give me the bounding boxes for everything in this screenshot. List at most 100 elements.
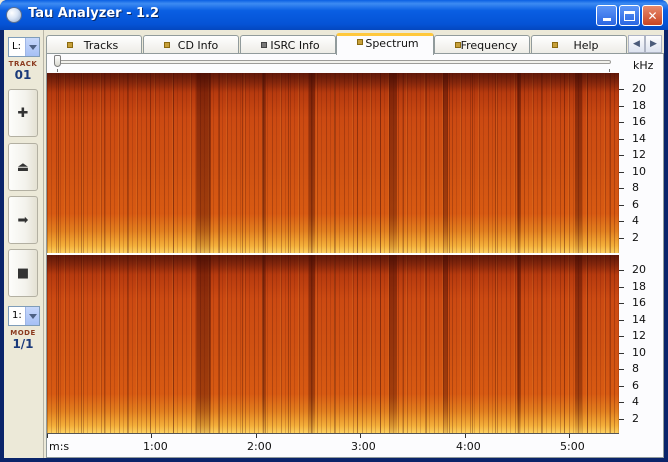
frequency-tick-label: 10 xyxy=(632,164,646,178)
frequency-tick xyxy=(619,385,624,387)
frequency-tick-label: 18 xyxy=(632,279,646,293)
chevron-right-icon[interactable]: ▶ xyxy=(645,35,662,53)
frequency-tick-label: 12 xyxy=(632,148,646,161)
tab-tracks[interactable]: Tracks xyxy=(46,35,142,54)
mode-label: MODE xyxy=(10,329,36,337)
tab-isrc-info[interactable]: ISRC Info xyxy=(240,35,336,54)
tab-label: Frequency xyxy=(460,39,518,52)
close-button[interactable]: ✕ xyxy=(642,5,663,26)
position-slider-thumb[interactable] xyxy=(54,55,61,67)
time-tick-label: 5:00 xyxy=(560,440,585,453)
app-icon xyxy=(6,7,22,23)
close-icon: ✕ xyxy=(647,8,658,23)
channel-select[interactable]: L: xyxy=(8,37,40,57)
frequency-tick-label: 20 xyxy=(632,82,646,95)
time-tick xyxy=(256,434,257,438)
spectrum-panel: kHz 20 18 16 14 12 10 8 6 4 2 20 18 16 14 12 10 8 6 4 2 m:… xyxy=(46,53,664,458)
frequency-tick-label: 14 xyxy=(632,131,646,145)
left-toolbar: L: TRACK 01 ✚ ⏏ ➡ ■ 1: MODE 1/1 xyxy=(4,30,44,458)
chevron-left-icon[interactable]: ◀ xyxy=(628,35,645,53)
time-axis-label: m:s xyxy=(49,440,70,453)
frequency-tick-label: 2 xyxy=(632,411,639,425)
frequency-tick-label: 16 xyxy=(632,296,646,309)
client-area: L: TRACK 01 ✚ ⏏ ➡ ■ 1: MODE 1/1 Tracks C… xyxy=(4,30,664,458)
frequency-tick xyxy=(619,89,624,90)
mode-select-value: 1: xyxy=(12,310,22,321)
frequency-tick xyxy=(619,319,624,321)
tab-cd-info[interactable]: CD Info xyxy=(143,35,239,54)
eject-icon: ⏏ xyxy=(16,159,30,175)
tab-scroll-buttons: ◀ ▶ xyxy=(628,35,662,53)
stop-button[interactable]: ■ xyxy=(8,249,38,297)
time-tick-label: 1:00 xyxy=(143,440,168,453)
tab-label: Tracks xyxy=(83,39,119,52)
time-tick xyxy=(47,434,48,438)
tab-spectrum[interactable]: Spectrum xyxy=(336,33,434,55)
channel-select-value: L: xyxy=(12,41,21,52)
maximize-icon xyxy=(624,10,635,21)
maximize-button[interactable] xyxy=(619,5,640,26)
frequency-tick-label: 12 xyxy=(632,329,646,342)
frequency-tick xyxy=(619,204,624,206)
frequency-tick xyxy=(619,105,624,107)
frequency-unit-label: kHz xyxy=(633,59,654,72)
frequency-tick xyxy=(619,221,624,222)
frequency-tick xyxy=(619,418,624,420)
frequency-tick xyxy=(619,352,624,354)
frequency-tick-label: 6 xyxy=(632,378,639,392)
frequency-tick xyxy=(619,336,624,337)
track-label: TRACK xyxy=(8,60,38,68)
tab-help[interactable]: Help xyxy=(531,35,627,54)
forward-button[interactable]: ➡ xyxy=(8,196,38,244)
tab-label: ISRC Info xyxy=(270,39,320,52)
minimize-button[interactable] xyxy=(596,5,617,26)
tab-label: Help xyxy=(573,39,599,52)
arrow-right-icon: ➡ xyxy=(17,212,29,228)
time-tick xyxy=(360,434,361,438)
add-button[interactable]: ✚ xyxy=(8,89,38,137)
position-slider[interactable] xyxy=(55,60,611,64)
frequency-tick xyxy=(619,286,624,288)
spectrogram-right-channel xyxy=(47,255,619,433)
frequency-tick xyxy=(619,303,624,304)
frequency-tick xyxy=(619,122,624,123)
frequency-tick-label: 16 xyxy=(632,115,646,128)
frequency-tick xyxy=(619,188,624,189)
frequency-tick xyxy=(619,171,624,173)
stop-icon: ■ xyxy=(16,265,30,281)
frequency-tick-label: 6 xyxy=(632,197,639,211)
mode-value: 1/1 xyxy=(12,337,34,351)
title-bar[interactable]: Tau Analyzer - 1.2 ✕ xyxy=(0,0,668,30)
app-window: Tau Analyzer - 1.2 ✕ L: TRACK 01 ✚ ⏏ ➡ ■… xyxy=(0,0,668,462)
frequency-axis: kHz 20 18 16 14 12 10 8 6 4 2 20 18 16 14 12 10 8 6 4 2 xyxy=(619,54,663,457)
time-tick-label: 2:00 xyxy=(247,440,272,453)
time-tick xyxy=(151,434,152,438)
tab-frequency[interactable]: Frequency xyxy=(434,35,530,54)
minimize-icon xyxy=(602,18,611,21)
frequency-tick xyxy=(619,237,624,239)
frequency-tick xyxy=(619,369,624,370)
frequency-tick-label: 10 xyxy=(632,345,646,359)
time-tick xyxy=(465,434,466,438)
frequency-tick-label: 8 xyxy=(632,181,639,194)
time-tick-label: 3:00 xyxy=(351,440,376,453)
tab-strip: Tracks CD Info ISRC Info Spectrum Freque… xyxy=(46,33,664,55)
time-tick-label: 4:00 xyxy=(456,440,481,453)
frequency-tick-label: 14 xyxy=(632,312,646,326)
frequency-tick-label: 8 xyxy=(632,362,639,375)
frequency-tick xyxy=(619,402,624,403)
frequency-tick-label: 4 xyxy=(632,395,639,408)
chevron-down-icon[interactable] xyxy=(25,38,39,56)
eject-button[interactable]: ⏏ xyxy=(8,143,38,191)
frequency-tick-label: 18 xyxy=(632,98,646,112)
tab-label: CD Info xyxy=(177,39,219,52)
frequency-tick xyxy=(619,270,624,271)
window-title: Tau Analyzer - 1.2 xyxy=(28,6,160,21)
frequency-tick-label: 4 xyxy=(632,214,639,227)
mode-select[interactable]: 1: xyxy=(8,306,40,326)
chevron-down-icon[interactable] xyxy=(25,307,39,325)
frequency-tick-label: 2 xyxy=(632,230,639,244)
track-number: 01 xyxy=(14,68,32,82)
plus-icon: ✚ xyxy=(17,105,29,121)
time-tick xyxy=(569,434,570,438)
